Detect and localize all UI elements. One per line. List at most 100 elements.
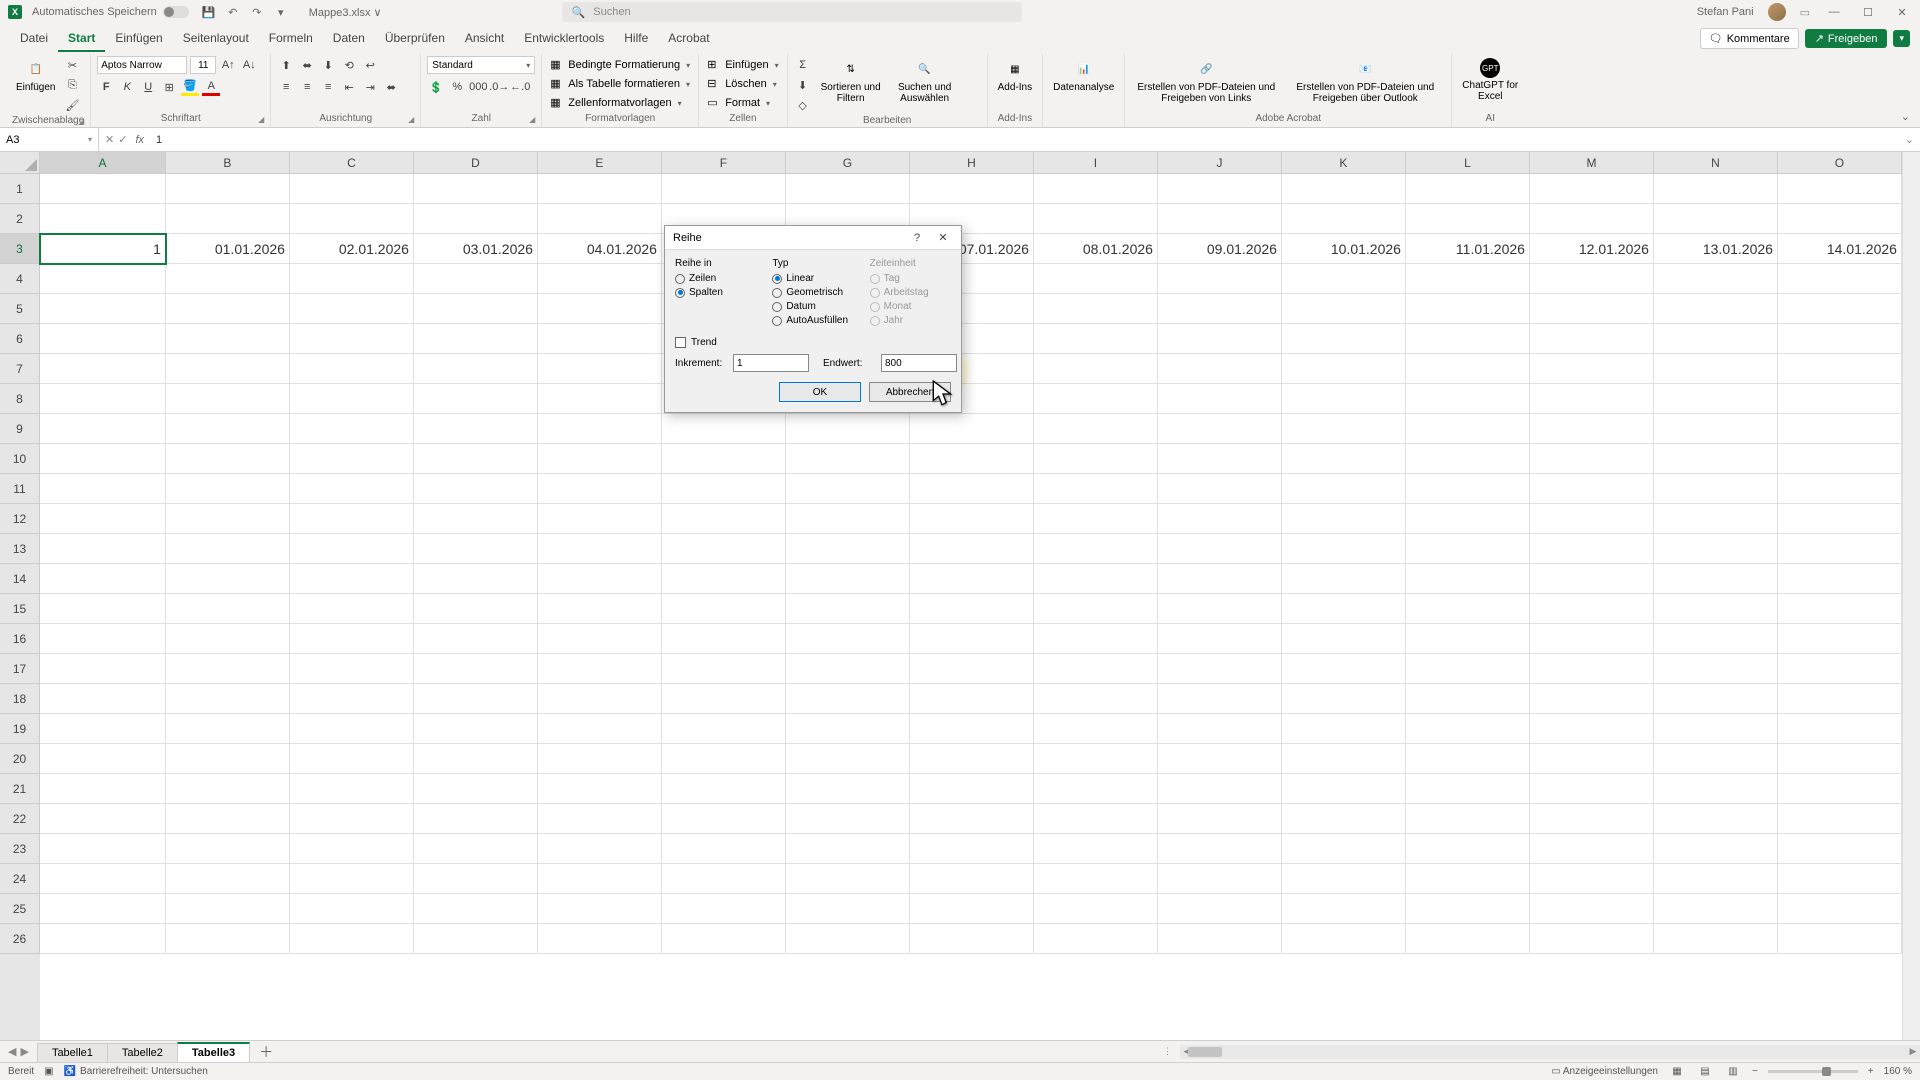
row-header[interactable]: 16	[0, 624, 40, 654]
cell[interactable]	[40, 504, 166, 534]
cell[interactable]	[1158, 294, 1282, 324]
cell[interactable]	[40, 534, 166, 564]
cell[interactable]	[910, 744, 1034, 774]
row-header[interactable]: 6	[0, 324, 40, 354]
checkbox-trend[interactable]: Trend	[675, 337, 951, 348]
cell[interactable]	[40, 294, 166, 324]
cell[interactable]	[538, 384, 662, 414]
cell[interactable]	[1034, 594, 1158, 624]
cell[interactable]	[1406, 564, 1530, 594]
cell[interactable]	[1778, 384, 1902, 414]
cell[interactable]	[166, 564, 290, 594]
cell[interactable]	[1654, 714, 1778, 744]
cell[interactable]	[290, 804, 414, 834]
cell[interactable]	[1778, 204, 1902, 234]
cell[interactable]	[40, 444, 166, 474]
cell[interactable]	[538, 174, 662, 204]
cell[interactable]	[1406, 744, 1530, 774]
cell[interactable]	[910, 924, 1034, 954]
cell[interactable]	[538, 504, 662, 534]
column-header[interactable]: D	[414, 152, 538, 174]
cell[interactable]	[414, 714, 538, 744]
cell[interactable]	[1158, 444, 1282, 474]
tab-überprüfen[interactable]: Überprüfen	[375, 26, 455, 52]
expand-formula-icon[interactable]: ⌄	[1899, 133, 1920, 146]
cell[interactable]	[1034, 654, 1158, 684]
cell[interactable]	[538, 474, 662, 504]
cell[interactable]	[1282, 324, 1406, 354]
cell[interactable]	[414, 594, 538, 624]
cell[interactable]	[1158, 534, 1282, 564]
cell[interactable]	[1282, 594, 1406, 624]
cell[interactable]	[1654, 804, 1778, 834]
cell[interactable]	[1654, 654, 1778, 684]
cell[interactable]	[290, 444, 414, 474]
bold-button[interactable]: F	[97, 78, 115, 96]
page-break-icon[interactable]: ▥	[1724, 1065, 1742, 1079]
cell[interactable]	[1778, 474, 1902, 504]
increase-indent-icon[interactable]: ⇥	[361, 78, 379, 96]
cell[interactable]	[538, 654, 662, 684]
inkrement-input[interactable]	[733, 354, 809, 372]
cell[interactable]	[1282, 384, 1406, 414]
cell[interactable]	[40, 924, 166, 954]
comma-icon[interactable]: 000	[469, 78, 487, 96]
column-header[interactable]: A	[40, 152, 166, 174]
cell[interactable]	[166, 924, 290, 954]
cell[interactable]	[414, 414, 538, 444]
row-header[interactable]: 24	[0, 864, 40, 894]
cell[interactable]	[786, 834, 910, 864]
row-header[interactable]: 15	[0, 594, 40, 624]
cell[interactable]	[1654, 834, 1778, 864]
cell[interactable]	[1406, 444, 1530, 474]
cell[interactable]	[1778, 624, 1902, 654]
cell[interactable]	[786, 684, 910, 714]
cell[interactable]	[414, 204, 538, 234]
align-center-icon[interactable]: ≡	[298, 78, 316, 96]
cells-area[interactable]: 101.01.202602.01.202603.01.202604.01.202…	[40, 174, 1902, 1040]
cell[interactable]	[910, 444, 1034, 474]
zoom-level[interactable]: 160 %	[1884, 1066, 1912, 1077]
cell[interactable]	[1282, 834, 1406, 864]
hscroll-right-icon[interactable]: ▶	[1906, 1045, 1920, 1059]
cell-styles-button[interactable]: ▦Zellenformatvorlagen▾	[548, 94, 683, 112]
cell[interactable]	[1158, 384, 1282, 414]
cell[interactable]	[1158, 174, 1282, 204]
accessibility-icon[interactable]: ♿	[64, 1066, 76, 1077]
cell[interactable]	[1158, 654, 1282, 684]
cell[interactable]	[414, 504, 538, 534]
cell[interactable]	[538, 684, 662, 714]
cell[interactable]	[1158, 264, 1282, 294]
cell[interactable]	[1778, 894, 1902, 924]
row-header[interactable]: 26	[0, 924, 40, 954]
tab-start[interactable]: Start	[58, 26, 105, 52]
cell[interactable]	[1654, 774, 1778, 804]
cell[interactable]: 01.01.2026	[166, 234, 290, 264]
cell[interactable]	[414, 324, 538, 354]
tab-ansicht[interactable]: Ansicht	[455, 26, 514, 52]
decrease-font-icon[interactable]: A↓	[240, 56, 258, 74]
cell[interactable]	[1778, 414, 1902, 444]
cell[interactable]	[910, 654, 1034, 684]
radio-datum[interactable]: Datum	[772, 301, 853, 312]
cell[interactable]	[1530, 474, 1654, 504]
cell[interactable]	[414, 864, 538, 894]
cell[interactable]	[1406, 654, 1530, 684]
cell[interactable]	[786, 564, 910, 594]
cell[interactable]	[1530, 684, 1654, 714]
radio-spalten[interactable]: Spalten	[675, 287, 756, 298]
cell[interactable]	[1406, 594, 1530, 624]
cell[interactable]	[290, 744, 414, 774]
merge-icon[interactable]: ⬌	[382, 78, 400, 96]
tab-einfügen[interactable]: Einfügen	[105, 26, 172, 52]
cell[interactable]	[1158, 204, 1282, 234]
cell[interactable]	[538, 204, 662, 234]
cell[interactable]	[910, 534, 1034, 564]
autosum-icon[interactable]: Σ	[794, 56, 812, 74]
horizontal-scrollbar[interactable]: ◀ ▶	[1180, 1045, 1920, 1059]
cell[interactable]	[1282, 894, 1406, 924]
increase-decimal-icon[interactable]: .0→	[490, 78, 508, 96]
cell[interactable]	[290, 564, 414, 594]
cell[interactable]	[414, 894, 538, 924]
cell[interactable]	[538, 924, 662, 954]
